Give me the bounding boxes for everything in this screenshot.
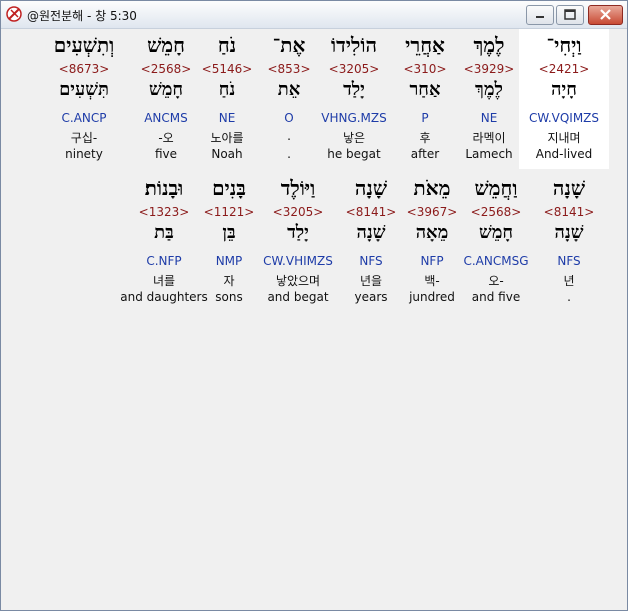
lexical-form: בַּת (154, 222, 174, 243)
window-title: @원전분해 - 창 5:30 (27, 9, 137, 23)
korean-gloss: 녀를 (152, 274, 176, 288)
minimize-icon (536, 16, 544, 18)
lexical-form: תִּשְׁעִים (59, 79, 109, 100)
word-cell[interactable]: וְתִשְׁעִים <8673> תִּשְׁעִים C.ANCP 구십-nine… (34, 29, 134, 169)
title-bar[interactable]: @원전분해 - 창 5:30 (1, 1, 627, 29)
korean-gloss: 구십- (70, 131, 98, 145)
strong-number: <8673> (58, 62, 110, 76)
word-cell[interactable]: וּבָנוֹת׃ <1323> בַּת C.NFP 녀를 and daughters (114, 172, 214, 312)
parsing-code: C.NFP (146, 254, 182, 268)
app-window: @원전분해 - 창 5:30 וַיְחִי־ <2421> חָיָה CW.VQI… (0, 0, 628, 611)
english-gloss: ninety (65, 147, 103, 161)
app-cross-icon (6, 6, 22, 22)
maximize-button[interactable] (556, 5, 584, 25)
maximize-icon (564, 9, 576, 20)
close-button[interactable] (588, 5, 623, 25)
hebrew-word: וּבָנוֹת׃ (144, 176, 184, 200)
close-icon (600, 9, 611, 20)
parsing-code: C.ANCP (61, 111, 107, 125)
interlinear-panel: וַיְחִי־ <2421> חָיָה CW.VQIMZS 지내며 And-lived… (4, 29, 624, 607)
hebrew-word: וְתִשְׁעִים (53, 33, 115, 57)
strong-number: <1323> (138, 205, 190, 219)
english-gloss: and daughters (120, 290, 208, 304)
minimize-button[interactable] (526, 5, 554, 25)
